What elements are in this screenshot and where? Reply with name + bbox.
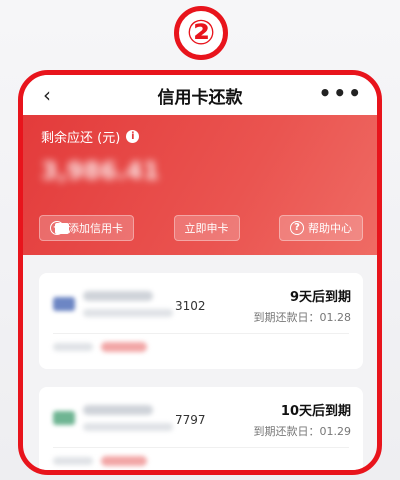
bill-label-blurred	[53, 343, 93, 351]
action-buttons: + 添加信用卡 - 立即申卡 ? 帮助中心	[39, 215, 363, 241]
bank-logo-icon	[53, 411, 75, 425]
more-icon[interactable]: •••	[319, 81, 363, 105]
balance-header: 剩余应还 (元) i 3,986.41 + 添加信用卡 - 立即申卡 ? 帮助中…	[23, 115, 377, 255]
credit-card-item[interactable]: 3102 9天后到期 到期还款日：01.28	[39, 273, 363, 369]
due-in-days: 9天后到期	[289, 290, 351, 305]
card-tail-number: 3102	[175, 299, 206, 313]
remaining-label: 剩余应还 (元)	[41, 131, 121, 146]
bill-amount-blurred	[101, 456, 147, 466]
card-tail-number: 7797	[175, 413, 206, 427]
help-center-label: 帮助中心	[308, 222, 352, 235]
apply-card-button[interactable]: - 立即申卡	[55, 215, 240, 241]
bill-amount-blurred	[101, 342, 147, 352]
due-date: 到期还款日：01.28	[253, 311, 352, 324]
bank-name-blurred	[83, 405, 153, 415]
divider	[53, 333, 349, 334]
back-icon[interactable]: ‹	[43, 83, 51, 107]
bank-logo-icon	[53, 297, 75, 311]
bank-name-blurred	[83, 291, 153, 301]
apply-card-label: 立即申卡	[184, 222, 229, 235]
credit-card-item[interactable]: 7797 10天后到期 到期还款日：01.29	[39, 387, 363, 470]
annotation-frame: ‹ 信用卡还款 ••• 剩余应还 (元) i 3,986.41 + 添加信用卡 …	[18, 70, 382, 475]
add-card-button[interactable]: + 添加信用卡	[39, 215, 134, 241]
card-icon: -	[55, 222, 69, 234]
page-title: 信用卡还款	[157, 87, 243, 108]
add-card-label: 添加信用卡	[68, 222, 123, 235]
due-date: 到期还款日：01.29	[253, 425, 352, 438]
card-number-blurred	[83, 309, 173, 317]
screen: ② ‹ 信用卡还款 ••• 剩余应还 (元) i 3,986.41 + 添加信用…	[0, 0, 400, 480]
nav-bar: ‹ 信用卡还款 •••	[23, 75, 377, 115]
remaining-label-row: 剩余应还 (元) i	[41, 127, 140, 146]
divider	[53, 447, 349, 448]
help-circle-icon: ?	[290, 221, 304, 235]
bill-label-blurred	[53, 457, 93, 465]
remaining-amount: 3,986.41	[41, 157, 160, 185]
card-number-blurred	[83, 423, 173, 431]
info-icon[interactable]: i	[126, 130, 140, 143]
due-in-days: 10天后到期	[280, 404, 351, 419]
step-marker: ②	[174, 6, 228, 60]
help-center-button[interactable]: ? 帮助中心	[279, 215, 363, 241]
